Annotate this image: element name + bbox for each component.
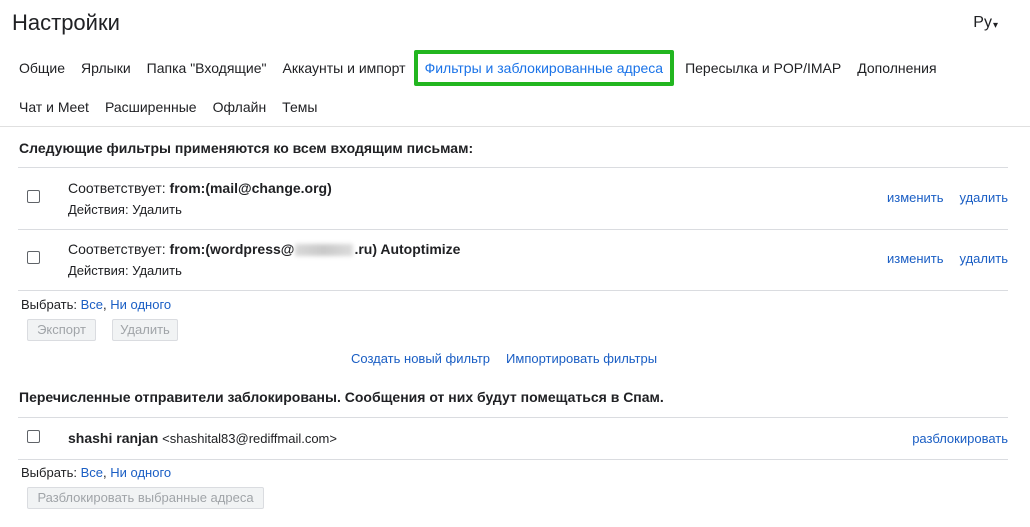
import-filters-link[interactable]: Импортировать фильтры [506,351,657,366]
blocked-heading: Перечисленные отправители заблокированы.… [19,389,664,405]
match-label: Соответствует: [68,180,166,196]
language-selector[interactable]: Ру ▾ [973,14,998,32]
actions-label: Действия: [68,263,129,278]
settings-tabs-row-1: Общие Ярлыки Папка "Входящие" Аккаунты и… [0,50,945,86]
delete-selected-button[interactable]: Удалить [112,319,178,341]
criteria-text: from:(mail@change.org) [169,180,332,196]
tab-advanced[interactable]: Расширенные [97,92,205,122]
match-label: Соответствует: [68,241,166,257]
tab-themes[interactable]: Темы [274,92,325,122]
tab-offline[interactable]: Офлайн [205,92,275,122]
edit-filter-link[interactable]: изменить [887,251,944,266]
select-none-link[interactable]: Ни одного [110,465,171,480]
actions-label: Действия: [68,202,129,217]
tab-addons[interactable]: Дополнения [849,53,944,83]
chevron-down-icon: ▾ [992,19,998,31]
export-button[interactable]: Экспорт [27,319,96,341]
blocked-sender-row: shashi ranjan <shashital83@rediffmail.co… [18,418,1008,459]
tab-inbox[interactable]: Папка "Входящие" [139,53,275,83]
filter-checkbox[interactable] [27,251,40,264]
filter-row: Соответствует: from:(wordpress@ .ru) Auto… [18,229,1008,289]
divider [18,459,1008,460]
filters-heading: Следующие фильтры применяются ко всем вх… [19,140,474,156]
tab-forwarding-pop-imap[interactable]: Пересылка и POP/IMAP [677,53,849,83]
filter-criteria: Соответствует: from:(mail@change.org) [68,180,332,196]
blocked-select-line: Выбрать: Все, Ни одного [21,465,172,480]
filter-criteria: Соответствует: from:(wordpress@ .ru) Auto… [68,241,460,257]
criteria-text: .ru) Autoptimize [354,241,461,257]
redacted-blur [295,244,354,257]
select-all-link[interactable]: Все [81,465,103,480]
divider [18,290,1008,291]
unblock-link[interactable]: разблокировать [912,431,1008,446]
filters-select-line: Выбрать: Все, Ни одного [21,297,172,312]
create-filter-link[interactable]: Создать новый фильтр [351,351,490,366]
blocked-sender: shashi ranjan <shashital83@rediffmail.co… [68,430,337,446]
filter-actions: Действия: Удалить [68,263,182,278]
criteria-text: from:(wordpress@ [169,241,295,257]
action-text: Удалить [132,263,182,278]
select-label: Выбрать: [21,297,77,312]
tab-accounts-import[interactable]: Аккаунты и импорт [275,53,414,83]
select-label: Выбрать: [21,465,77,480]
tab-labels[interactable]: Ярлыки [73,53,139,83]
unblock-selected-button[interactable]: Разблокировать выбранные адреса [27,487,264,509]
filter-row: Соответствует: from:(mail@change.org) Де… [18,168,1008,228]
action-text: Удалить [132,202,182,217]
sender-email: <shashital83@rediffmail.com> [162,431,337,446]
tab-general[interactable]: Общие [0,53,73,83]
filter-checkbox[interactable] [27,190,40,203]
language-label: Ру [973,14,992,31]
tab-chat-meet[interactable]: Чат и Meet [0,92,97,122]
filter-links: Создать новый фильтр Импортировать фильт… [351,351,657,366]
blocked-checkbox[interactable] [27,430,40,443]
tab-filters-blocked[interactable]: Фильтры и заблокированные адреса [413,50,675,86]
page-title: Настройки [12,10,120,35]
tabs-divider [0,126,1030,127]
filter-actions: Действия: Удалить [68,202,182,217]
sender-name: shashi ranjan [68,430,159,446]
select-all-link[interactable]: Все [81,297,103,312]
delete-filter-link[interactable]: удалить [960,190,1008,205]
select-none-link[interactable]: Ни одного [110,297,171,312]
edit-filter-link[interactable]: изменить [887,190,944,205]
delete-filter-link[interactable]: удалить [960,251,1008,266]
settings-tabs-row-2: Чат и Meet Расширенные Офлайн Темы [0,92,325,122]
